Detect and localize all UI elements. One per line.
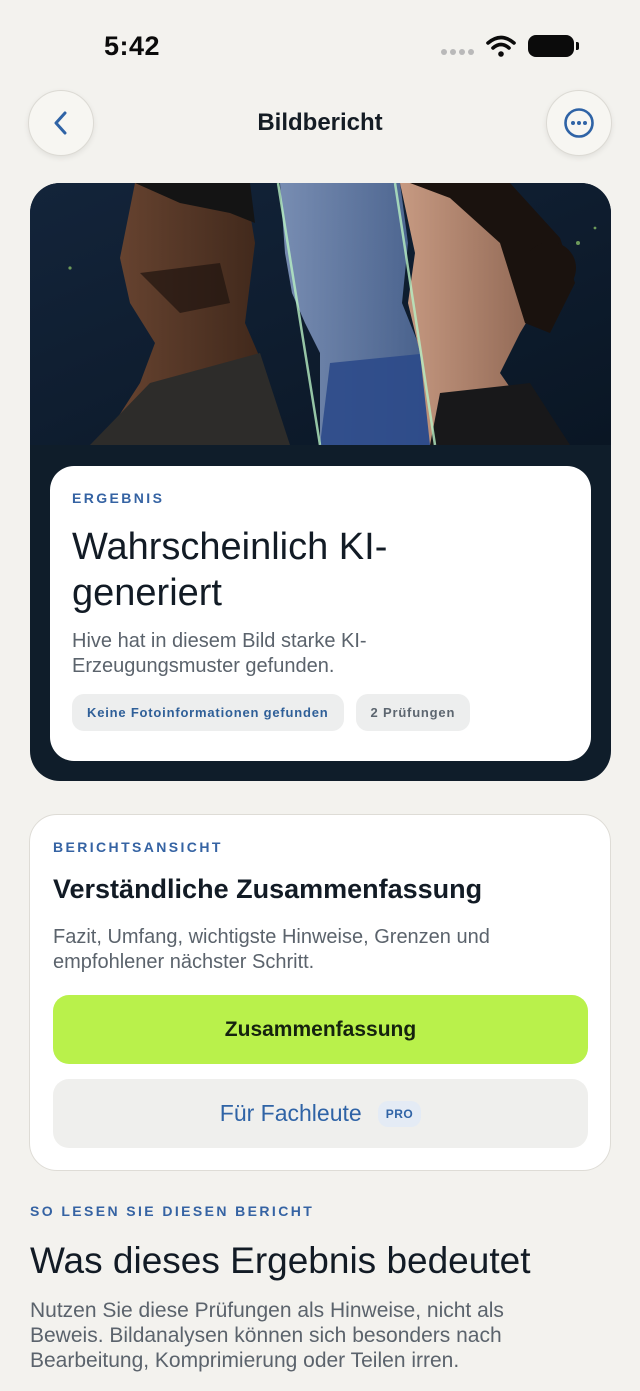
result-eyebrow: ERGEBNIS [72, 490, 165, 506]
status-time: 5:42 [104, 31, 161, 61]
info-description: Nutzen Sie diese Prüfungen als Hinweise,… [30, 1299, 504, 1372]
navigation-bar: Bildbericht [0, 90, 640, 156]
info-title: Was dieses Ergebnis bedeutet [30, 1240, 531, 1281]
report-title: Verständliche Zusammenfassung [53, 874, 483, 904]
page-title: Bildbericht [257, 109, 383, 136]
result-hero-card: ERGEBNIS Wahrscheinlich KI-generiert Hiv… [30, 183, 611, 781]
report-view-card: BERICHTSANSICHT Verständliche Zusammenfa… [29, 814, 611, 1171]
status-icons [441, 35, 579, 57]
experts-button[interactable]: Für Fachleute PRO [53, 1079, 588, 1148]
wifi-icon [486, 35, 516, 57]
report-eyebrow: BERICHTSANSICHT [53, 839, 223, 855]
report-description: Fazit, Umfang, wichtigste Hinweise, Gren… [53, 926, 490, 973]
battery-icon [528, 35, 579, 57]
result-description: Hive hat in diesem Bild starke KI-Erzeug… [72, 630, 367, 677]
status-bar: 5:42 [0, 0, 640, 90]
checks-count-chip: 2 Prüfungen [355, 694, 471, 731]
how-to-read-section: SO LESEN SIE DIESEN BERICHT Was dieses E… [30, 1203, 610, 1373]
more-options-button[interactable] [546, 90, 612, 156]
analyzed-image [30, 183, 611, 445]
summary-button[interactable]: Zusammenfassung [53, 995, 588, 1064]
info-eyebrow: SO LESEN SIE DIESEN BERICHT [30, 1203, 315, 1219]
cellular-signal-icon [441, 49, 474, 55]
experts-button-label: Für Fachleute [219, 1100, 362, 1126]
result-title: Wahrscheinlich KI-generiert [72, 526, 388, 614]
result-card: ERGEBNIS Wahrscheinlich KI-generiert Hiv… [50, 466, 591, 761]
result-chips: Keine Fotoinformationen gefunden 2 Prüfu… [72, 694, 569, 731]
more-horizontal-icon [564, 108, 594, 138]
pro-badge: PRO [377, 1100, 422, 1127]
metadata-chip: Keine Fotoinformationen gefunden [72, 694, 344, 731]
